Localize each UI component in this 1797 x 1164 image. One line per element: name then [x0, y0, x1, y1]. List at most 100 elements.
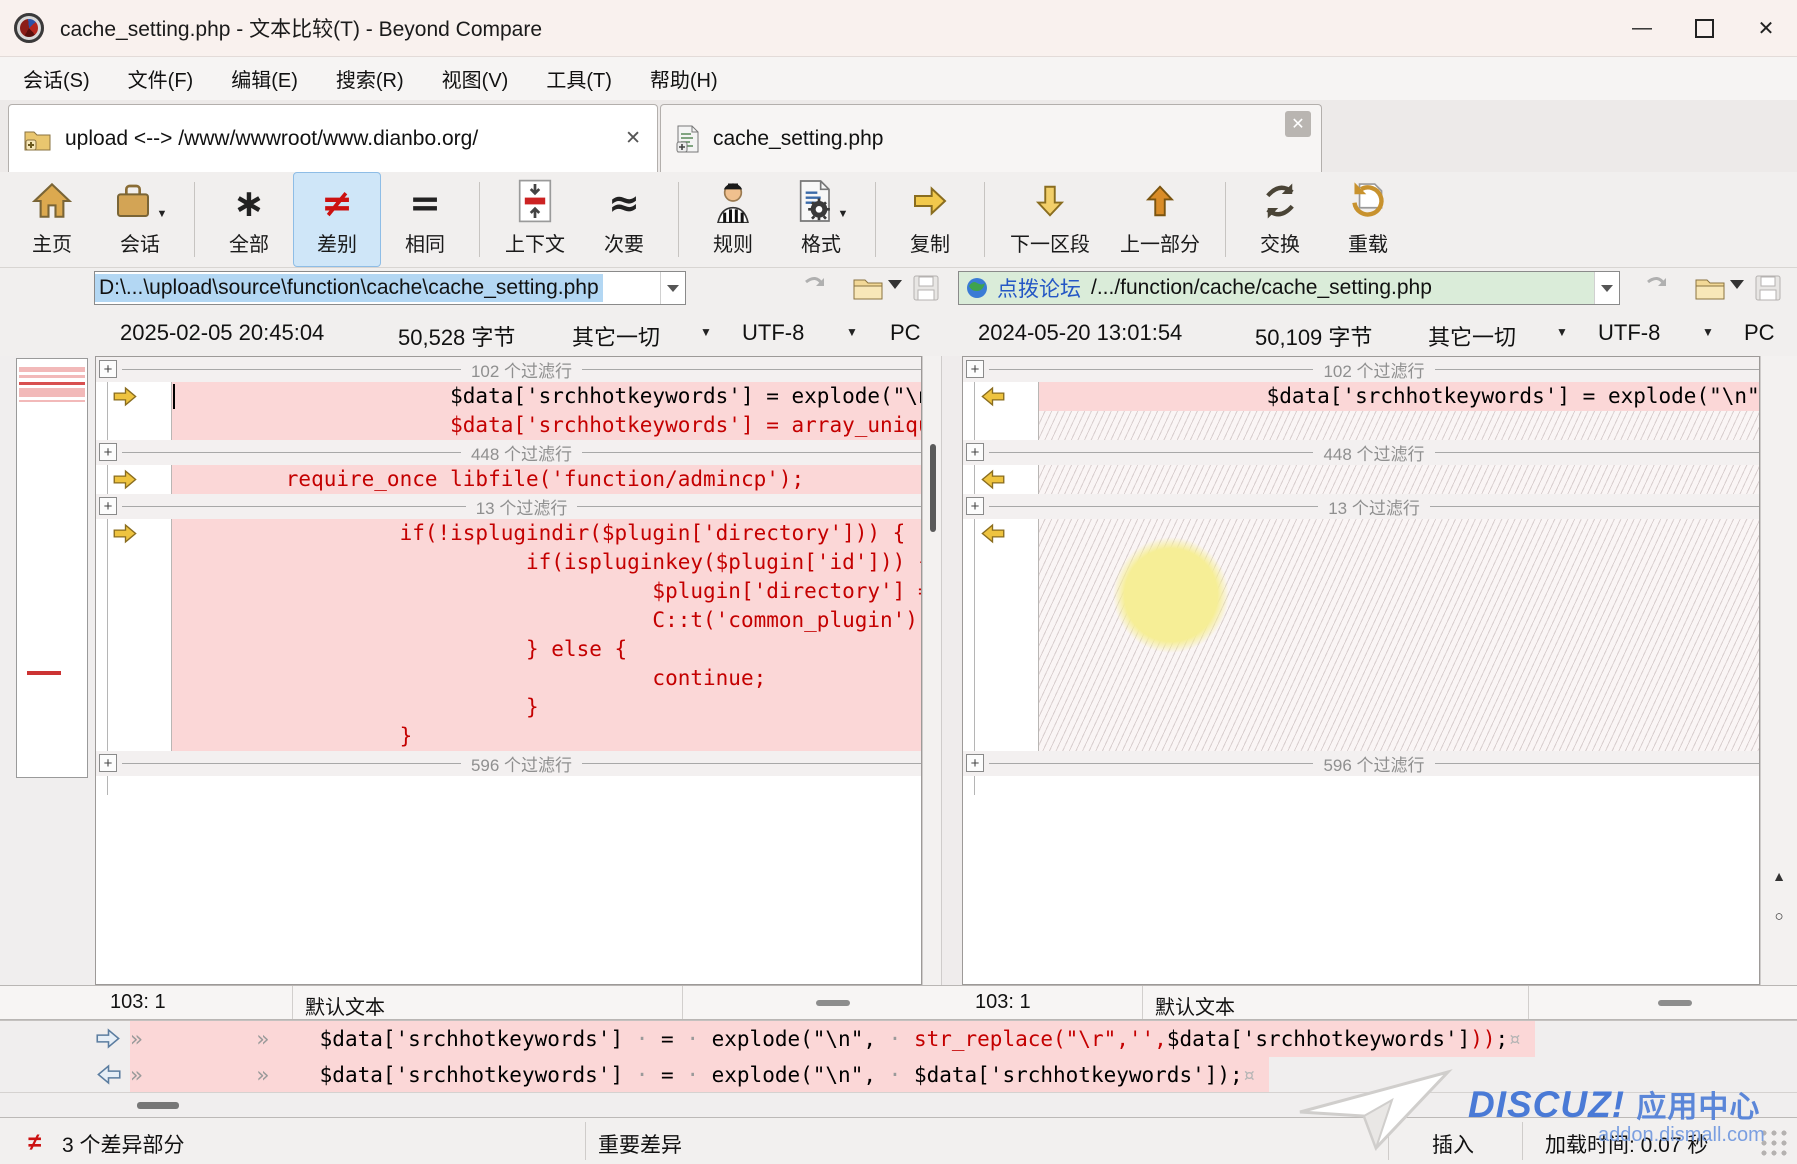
right-encoding-select[interactable]: UTF-8: [1598, 320, 1660, 346]
left-filter-select[interactable]: 其它一切: [572, 320, 660, 352]
tab-close-button[interactable]: ✕: [1285, 111, 1311, 137]
left-browse-folder-icon[interactable]: [852, 274, 884, 307]
left-path-input[interactable]: D:\...\upload\source\function\cache\cach…: [94, 271, 686, 305]
filtered-lines-label: 596 个过滤行: [1313, 751, 1434, 776]
right-save-icon[interactable]: [1754, 274, 1782, 307]
toolbar-button-1[interactable]: ▼会话: [96, 172, 184, 267]
expand-section-button[interactable]: +: [99, 497, 117, 515]
left-pane-scrollbar[interactable]: [922, 356, 942, 985]
detail-direction-right-icon[interactable]: [95, 1027, 122, 1055]
left-pane-scrollbar-thumb[interactable]: [930, 444, 936, 532]
menu-item-1[interactable]: 文件(F): [109, 57, 213, 100]
diff-section-marker-right-icon[interactable]: [112, 468, 139, 496]
right-refresh-icon[interactable]: [1642, 274, 1670, 307]
maximize-icon: [1695, 19, 1714, 38]
left-encoding-dropdown-icon[interactable]: ▼: [846, 325, 858, 339]
toolbar-button-5[interactable]: =相同: [381, 172, 469, 267]
toolbar-button-3[interactable]: ∗全部: [205, 172, 293, 267]
toolbar-button-15[interactable]: 下一区段: [995, 172, 1105, 267]
menu-item-2[interactable]: 编辑(E): [212, 57, 317, 100]
diff-section-marker-left-icon[interactable]: [979, 522, 1006, 550]
right-pane-scrollbar[interactable]: ▲ ○: [1760, 356, 1797, 985]
toolbar-button-10[interactable]: 规则: [689, 172, 777, 267]
scroll-center-icon[interactable]: ○: [1761, 908, 1797, 925]
left-filter-dropdown-icon[interactable]: ▼: [700, 325, 712, 339]
right-site-name: 点拨论坛: [997, 273, 1081, 303]
menu-item-6[interactable]: 帮助(H): [631, 57, 737, 100]
dropdown-arrow-icon[interactable]: ▼: [838, 208, 849, 220]
expand-section-button[interactable]: +: [99, 360, 117, 378]
detail-hscrollbar[interactable]: [0, 1092, 1797, 1118]
close-button[interactable]: ✕: [1735, 0, 1797, 56]
left-save-icon[interactable]: [912, 274, 940, 307]
diff-section-marker-right-icon[interactable]: [112, 522, 139, 550]
missing-lines-hatch: [963, 465, 1759, 494]
beyond-compare-window: { "window": { "title": "cache_setting.ph…: [0, 0, 1797, 1164]
right-code-pane[interactable]: +102 个过滤行 $data['srchhotkeywords'] = exp…: [962, 356, 1760, 985]
toolbar-button-16[interactable]: 上一部分: [1105, 172, 1215, 267]
toolbar-button-4[interactable]: ≠差别: [293, 172, 381, 267]
tab-close-icon[interactable]: ✕: [625, 127, 641, 150]
toolbar-button-13[interactable]: 复制: [886, 172, 974, 267]
left-status-splitter-handle[interactable]: [816, 1000, 850, 1006]
pane-splitter[interactable]: [942, 356, 962, 985]
expand-section-button[interactable]: +: [99, 443, 117, 461]
diff-section-marker-left-icon[interactable]: [979, 468, 1006, 496]
minimize-button[interactable]: —: [1611, 0, 1673, 56]
left-path-dropdown-icon[interactable]: [660, 272, 685, 304]
right-path-dropdown-icon[interactable]: [1594, 272, 1619, 304]
right-filter-select[interactable]: 其它一切: [1428, 320, 1516, 352]
expand-section-button[interactable]: +: [966, 443, 984, 461]
expand-section-button[interactable]: +: [966, 497, 984, 515]
toolbar-button-18[interactable]: 交换: [1236, 172, 1324, 267]
dropdown-arrow-icon[interactable]: ▼: [157, 208, 168, 220]
left-encoding-select[interactable]: UTF-8: [742, 320, 804, 346]
toolbar-button-19[interactable]: 重载: [1324, 172, 1412, 267]
right-browse-dropdown-icon[interactable]: [1730, 280, 1744, 289]
tab-folder-session[interactable]: upload <--> /www/wwwroot/www.dianbo.org/…: [8, 104, 658, 172]
expand-section-button[interactable]: +: [966, 360, 984, 378]
right-status-splitter-handle[interactable]: [1658, 1000, 1692, 1006]
diff-section-marker-right-icon[interactable]: [112, 385, 139, 413]
menu-item-3[interactable]: 搜索(R): [317, 57, 423, 100]
left-line-ending[interactable]: PC: [890, 320, 921, 346]
context-icon: [518, 178, 552, 229]
left-code-pane[interactable]: +102 个过滤行 $data['srchhotkeywords'] = exp…: [95, 356, 922, 985]
toolbar-button-0[interactable]: 主页: [8, 172, 96, 267]
left-syntax-mode[interactable]: 默认文本: [305, 991, 385, 1020]
right-syntax-mode[interactable]: 默认文本: [1155, 991, 1235, 1020]
menu-item-4[interactable]: 视图(V): [423, 57, 528, 100]
left-refresh-icon[interactable]: [800, 274, 828, 307]
menu-item-0[interactable]: 会话(S): [4, 57, 109, 100]
toolbar-button-11[interactable]: ▼格式: [777, 172, 865, 267]
diff-minimap[interactable]: [16, 358, 88, 778]
toolbar-button-7[interactable]: 上下文: [490, 172, 580, 267]
maximize-button[interactable]: [1673, 0, 1735, 56]
detail-direction-left-icon[interactable]: [95, 1063, 122, 1091]
toolbar-separator: [984, 182, 985, 257]
left-path-text: D:\...\upload\source\function\cache\cach…: [95, 274, 603, 302]
diff-section-marker-left-icon[interactable]: [979, 385, 1006, 413]
right-line-ending[interactable]: PC: [1744, 320, 1775, 346]
diff-overview-strip[interactable]: [0, 356, 95, 985]
tab-text-compare-label: cache_setting.php: [713, 127, 883, 151]
detail-hscrollbar-thumb[interactable]: [137, 1102, 179, 1109]
toolbar-button-8[interactable]: ≈次要: [580, 172, 668, 267]
filtered-lines-divider: +596 个过滤行: [963, 751, 1759, 776]
resize-grip[interactable]: [1759, 1128, 1789, 1158]
right-encoding-dropdown-icon[interactable]: ▼: [1702, 325, 1714, 339]
menu-item-5[interactable]: 工具(T): [527, 57, 631, 100]
right-browse-folder-icon[interactable]: [1694, 274, 1726, 307]
expand-section-button[interactable]: +: [966, 754, 984, 772]
tab-text-compare[interactable]: cache_setting.php ✕: [660, 104, 1322, 172]
right-path-input[interactable]: 点拨论坛 /.../function/cache/cache_setting.p…: [958, 271, 1620, 305]
expand-section-button[interactable]: +: [99, 754, 117, 772]
menu-bar: 会话(S)文件(F)编辑(E)搜索(R)视图(V)工具(T)帮助(H): [0, 57, 1797, 100]
referee-icon: [713, 179, 753, 228]
left-browse-dropdown-icon[interactable]: [888, 280, 902, 289]
prev-part-icon: [1141, 178, 1179, 229]
right-filter-dropdown-icon[interactable]: ▼: [1556, 325, 1568, 339]
toolbar-button-label: 规则: [713, 228, 753, 257]
right-file-date: 2024-05-20 13:01:54: [978, 320, 1182, 346]
scroll-top-icon[interactable]: ▲: [1761, 868, 1797, 884]
